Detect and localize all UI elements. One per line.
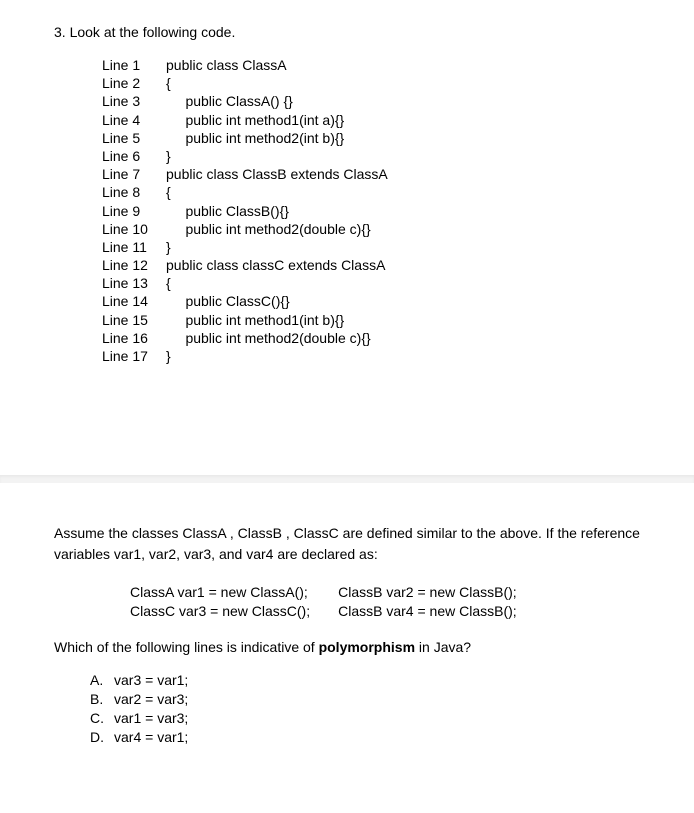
- answer-choice: B.var2 = var3;: [90, 690, 654, 709]
- line-content: public int method2(int b){}: [166, 129, 344, 147]
- line-label: Line 7: [102, 165, 166, 183]
- line-label: Line 1: [102, 56, 166, 74]
- code-line: Line 9 public ClassB(){}: [102, 202, 654, 220]
- line-label: Line 14: [102, 292, 166, 310]
- line-content: }: [166, 238, 171, 256]
- assume-vars: var1, var2, var3, and var4: [114, 546, 274, 562]
- line-content: {: [166, 74, 171, 92]
- question-title: 3. Look at the following code.: [54, 24, 654, 40]
- line-label: Line 13: [102, 274, 166, 292]
- answer-choice: D.var4 = var1;: [90, 728, 654, 747]
- line-label: Line 11: [102, 238, 166, 256]
- answer-letter: B.: [90, 690, 114, 709]
- answer-choice: C.var1 = var3;: [90, 709, 654, 728]
- assume-suffix: are declared as:: [273, 546, 377, 562]
- code-line: Line 6}: [102, 147, 654, 165]
- line-label: Line 6: [102, 147, 166, 165]
- answer-letter: C.: [90, 709, 114, 728]
- answer-text: var2 = var3;: [114, 690, 188, 709]
- answer-text: var4 = var1;: [114, 728, 188, 747]
- code-line: Line 14 public ClassC(){}: [102, 292, 654, 310]
- line-content: {: [166, 183, 171, 201]
- line-content: public int method2(double c){}: [166, 329, 371, 347]
- line-content: }: [166, 347, 171, 365]
- line-content: public int method1(int b){}: [166, 311, 344, 329]
- which-suffix: in Java?: [415, 639, 471, 655]
- code-line: Line 8{: [102, 183, 654, 201]
- line-label: Line 8: [102, 183, 166, 201]
- code-line: Line 1public class ClassA: [102, 56, 654, 74]
- code-block: Line 1public class ClassALine 2{Line 3 p…: [102, 56, 654, 365]
- line-content: public int method2(double c){}: [166, 220, 371, 238]
- line-content: }: [166, 147, 171, 165]
- page-separator: [0, 475, 694, 483]
- line-content: public ClassB(){}: [166, 202, 289, 220]
- code-line: Line 11}: [102, 238, 654, 256]
- line-content: {: [166, 274, 171, 292]
- assume-prefix: Assume the classes: [54, 525, 182, 541]
- which-prefix: Which of the following lines is indicati…: [54, 639, 319, 655]
- line-label: Line 15: [102, 311, 166, 329]
- code-line: Line 17}: [102, 347, 654, 365]
- which-bold: polymorphism: [319, 639, 415, 655]
- line-label: Line 5: [102, 129, 166, 147]
- assume-text: Assume the classes ClassA , ClassB , Cla…: [54, 523, 654, 565]
- line-label: Line 4: [102, 111, 166, 129]
- answer-choices: A.var3 = var1;B.var2 = var3;C.var1 = var…: [90, 671, 654, 747]
- var-col-1: ClassA var1 = new ClassA(); ClassC var3 …: [130, 583, 310, 621]
- answer-letter: D.: [90, 728, 114, 747]
- line-content: public class ClassA: [166, 56, 287, 74]
- line-content: public ClassA() {}: [166, 92, 293, 110]
- code-line: Line 13{: [102, 274, 654, 292]
- line-label: Line 9: [102, 202, 166, 220]
- code-line: Line 16 public int method2(double c){}: [102, 329, 654, 347]
- which-question: Which of the following lines is indicati…: [54, 639, 654, 655]
- code-line: Line 15 public int method1(int b){}: [102, 311, 654, 329]
- line-content: public class ClassB extends ClassA: [166, 165, 388, 183]
- code-line: Line 10 public int method2(double c){}: [102, 220, 654, 238]
- line-content: public int method1(int a){}: [166, 111, 344, 129]
- assume-classes: ClassA , ClassB , ClassC: [182, 525, 338, 541]
- line-content: public ClassC(){}: [166, 292, 290, 310]
- var-col-2: ClassB var2 = new ClassB(); ClassB var4 …: [338, 583, 517, 621]
- code-line: Line 3 public ClassA() {}: [102, 92, 654, 110]
- answer-text: var3 = var1;: [114, 671, 188, 690]
- code-line: Line 7public class ClassB extends ClassA: [102, 165, 654, 183]
- line-label: Line 2: [102, 74, 166, 92]
- variable-declarations: ClassA var1 = new ClassA(); ClassC var3 …: [130, 583, 654, 621]
- code-line: Line 2{: [102, 74, 654, 92]
- line-label: Line 12: [102, 256, 166, 274]
- answer-choice: A.var3 = var1;: [90, 671, 654, 690]
- line-label: Line 3: [102, 92, 166, 110]
- answer-text: var1 = var3;: [114, 709, 188, 728]
- answer-letter: A.: [90, 671, 114, 690]
- code-line: Line 12public class classC extends Class…: [102, 256, 654, 274]
- code-line: Line 5 public int method2(int b){}: [102, 129, 654, 147]
- line-label: Line 10: [102, 220, 166, 238]
- code-line: Line 4 public int method1(int a){}: [102, 111, 654, 129]
- line-content: public class classC extends ClassA: [166, 256, 385, 274]
- line-label: Line 16: [102, 329, 166, 347]
- line-label: Line 17: [102, 347, 166, 365]
